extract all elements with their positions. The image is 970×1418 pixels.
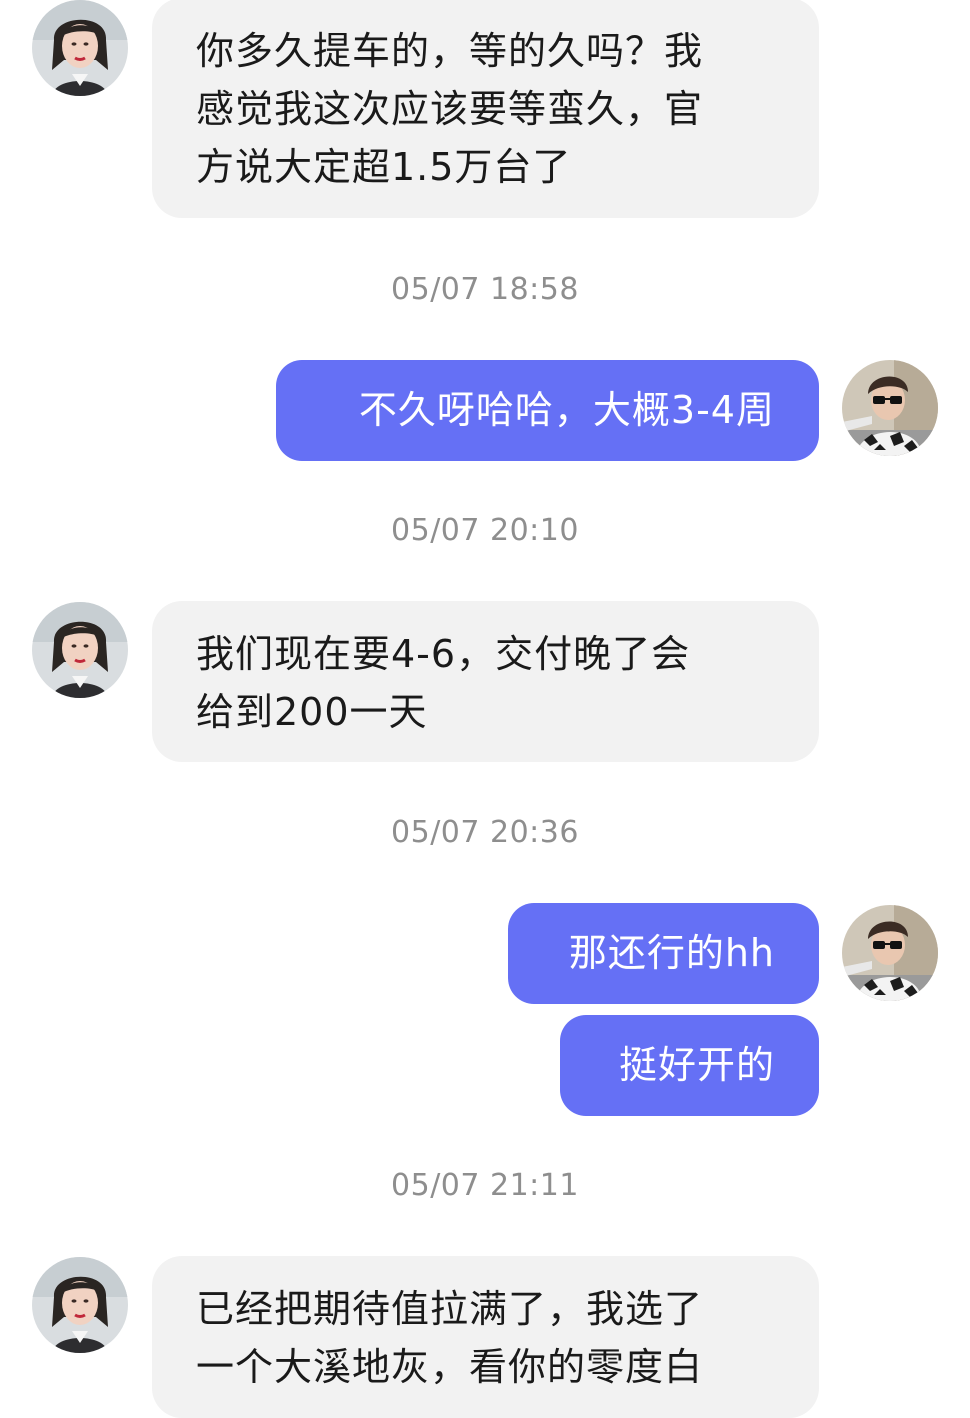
message-bubble-outgoing[interactable]: 挺好开的 [560, 1015, 819, 1116]
man-avatar-icon [842, 905, 938, 1001]
message-line: 我们现在要4-6，交付晚了会 [196, 632, 691, 676]
avatar-me[interactable] [842, 360, 938, 456]
message-line: 感觉我这次应该要等蛮久，官 [196, 87, 704, 131]
message-bubble-outgoing[interactable]: 不久呀哈哈，大概3-4周 [276, 360, 819, 461]
message-line: 方说大定超1.5万台了 [196, 145, 572, 189]
message-bubble-outgoing[interactable]: 那还行的hh [508, 903, 819, 1004]
avatar-me[interactable] [842, 905, 938, 1001]
message-line: 你多久提车的，等的久吗？我 [196, 29, 704, 73]
message-line: 一个大溪地灰，看你的零度白 [196, 1345, 704, 1389]
woman-avatar-icon [32, 602, 128, 698]
message-text: 挺好开的 [618, 1043, 775, 1087]
message-line: 给到200一天 [196, 690, 428, 734]
timestamp: 05/07 20:10 [391, 513, 579, 548]
woman-avatar-icon [32, 1257, 128, 1353]
man-avatar-icon [842, 360, 938, 456]
message-text: 不久呀哈哈，大概3-4周 [358, 388, 775, 432]
timestamp: 05/07 20:36 [391, 815, 579, 850]
message-bubble-incoming[interactable]: 你多久提车的，等的久吗？我 感觉我这次应该要等蛮久，官 方说大定超1.5万台了 [152, 0, 819, 218]
timestamp: 05/07 21:11 [391, 1168, 579, 1203]
woman-avatar-icon [32, 0, 128, 96]
avatar-other[interactable] [32, 1257, 128, 1353]
message-bubble-incoming[interactable]: 我们现在要4-6，交付晚了会 给到200一天 [152, 601, 819, 762]
avatar-other[interactable] [32, 602, 128, 698]
message-text: 那还行的hh [568, 931, 775, 975]
timestamp: 05/07 18:58 [391, 272, 579, 307]
message-bubble-incoming[interactable]: 已经把期待值拉满了，我选了 一个大溪地灰，看你的零度白 [152, 1256, 819, 1418]
message-line: 已经把期待值拉满了，我选了 [196, 1287, 704, 1331]
avatar-other[interactable] [32, 0, 128, 96]
